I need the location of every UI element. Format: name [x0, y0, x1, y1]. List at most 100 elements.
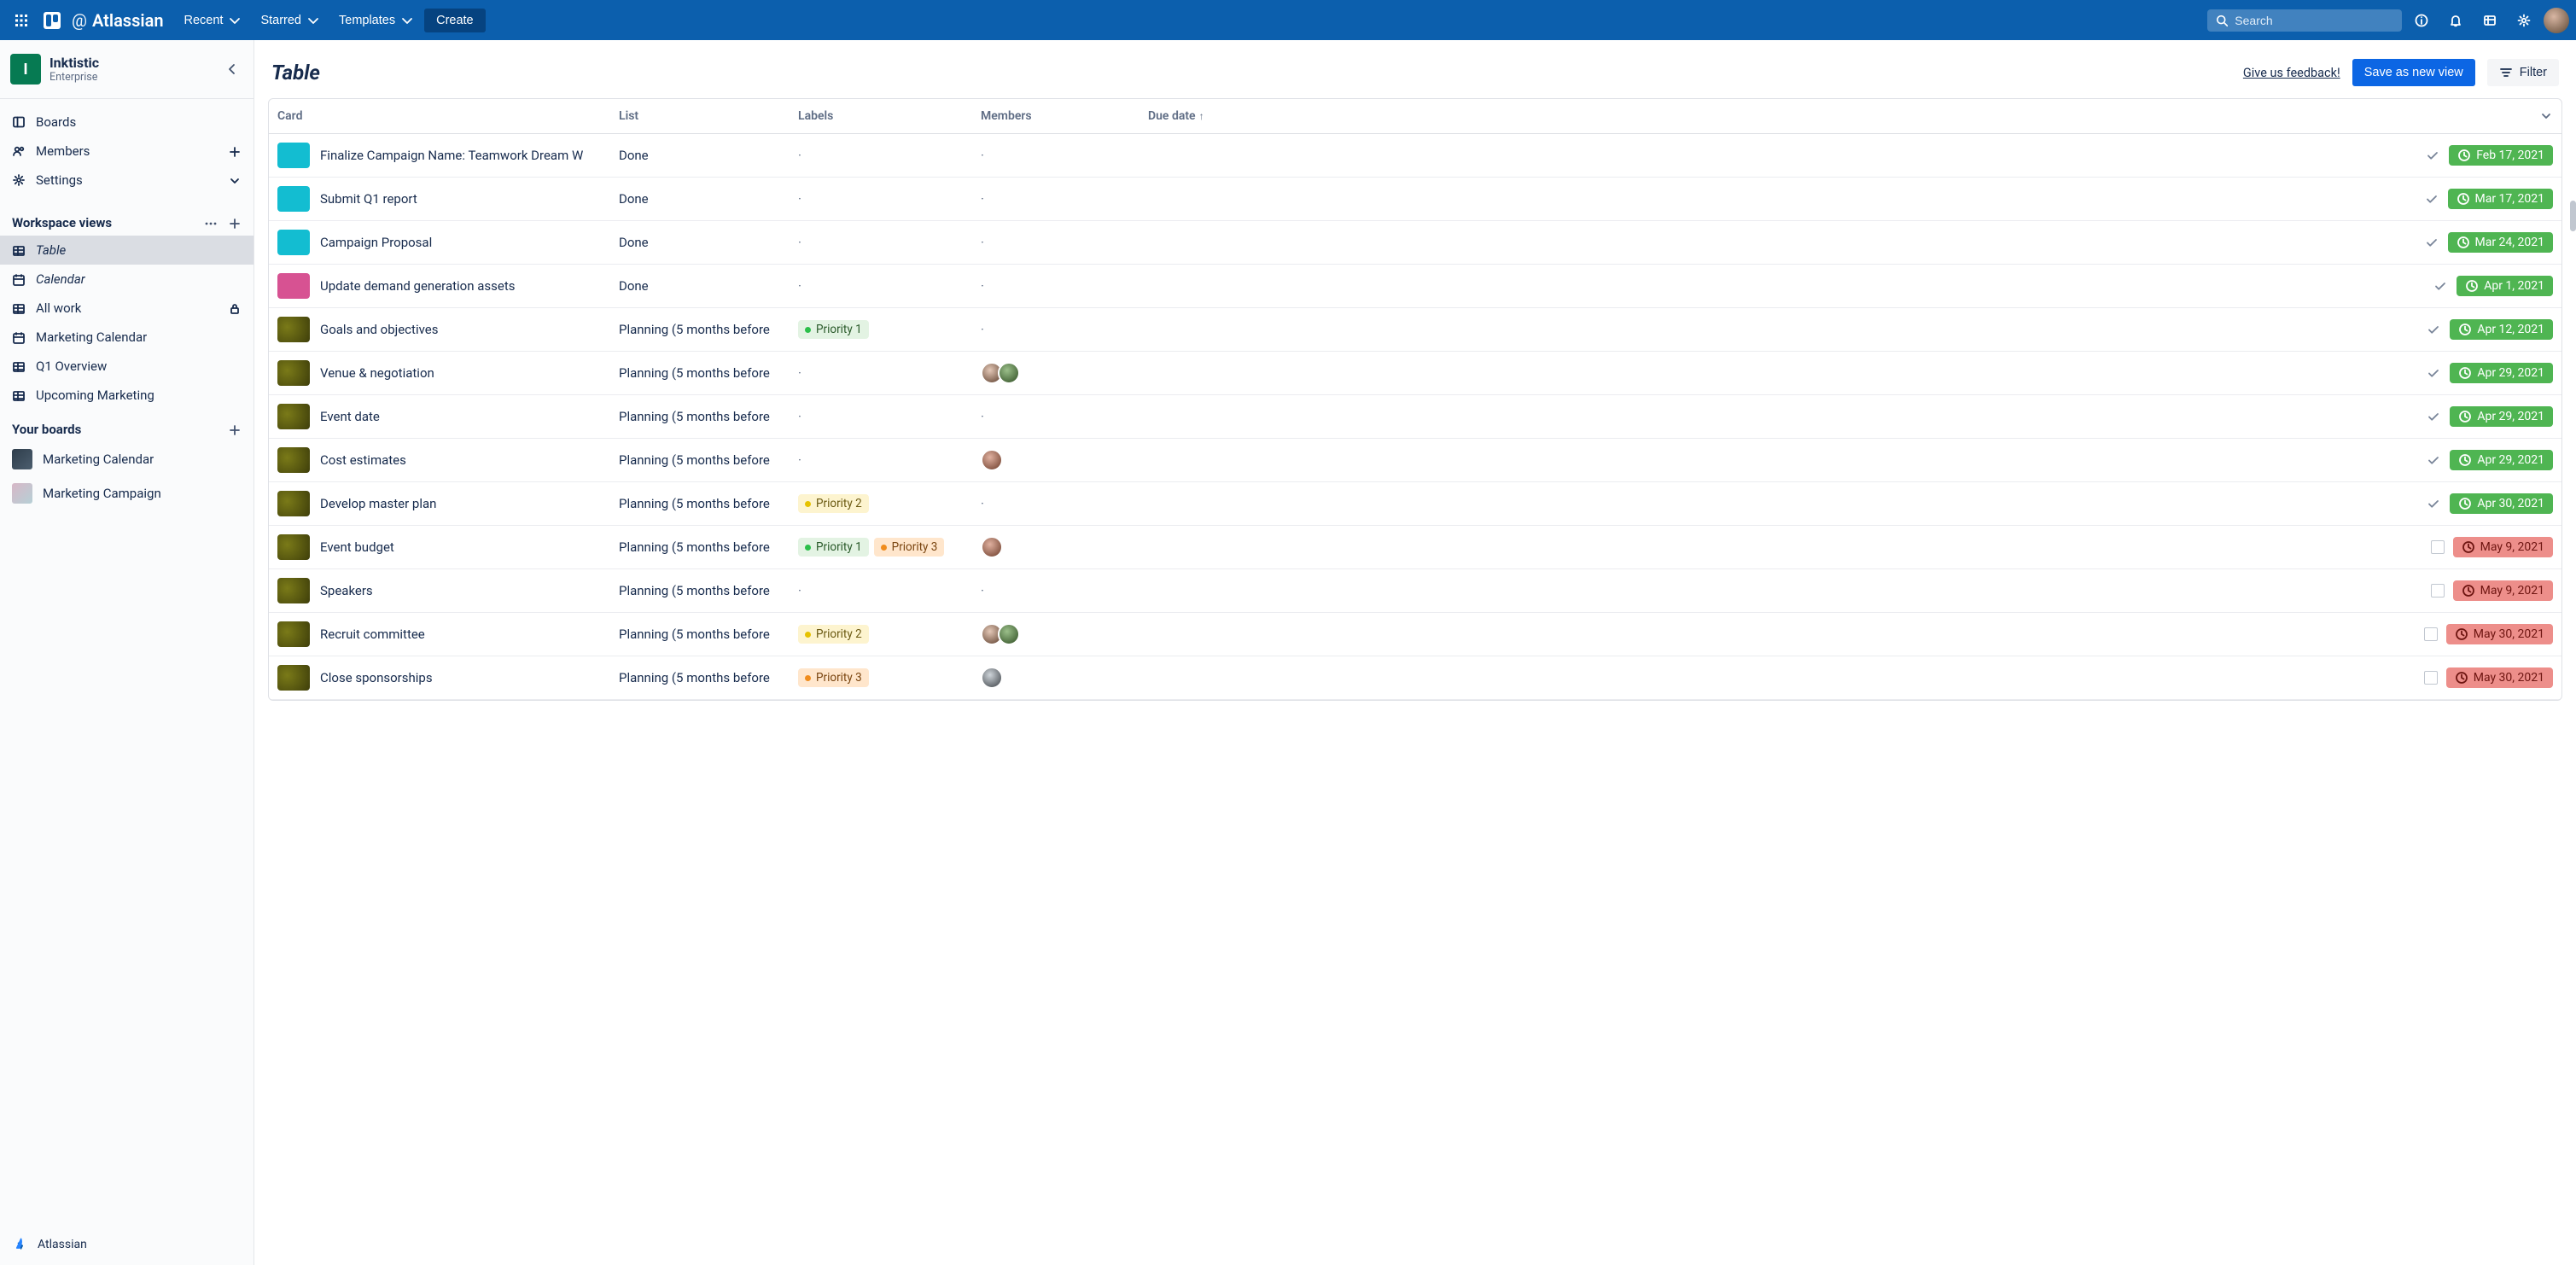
- app-switcher-icon[interactable]: [7, 6, 36, 35]
- feedback-link[interactable]: Give us feedback!: [2243, 66, 2340, 80]
- table-row[interactable]: Update demand generation assetsDoneApr 1…: [269, 265, 2561, 308]
- due-date-pill[interactable]: Apr 12, 2021: [2450, 319, 2553, 340]
- sidebar-footer[interactable]: Atlassian: [0, 1224, 254, 1265]
- sidebar-view-item[interactable]: All work: [0, 294, 254, 323]
- due-date-pill[interactable]: Mar 17, 2021: [2448, 189, 2554, 209]
- due-date-pill[interactable]: Apr 30, 2021: [2450, 493, 2553, 514]
- complete-checkbox[interactable]: [2431, 584, 2445, 598]
- table-row[interactable]: Event budgetPlanning (5 months beforePri…: [269, 526, 2561, 569]
- complete-check-icon[interactable]: [2426, 452, 2441, 468]
- search-input[interactable]: [2235, 14, 2393, 27]
- table-row[interactable]: SpeakersPlanning (5 months beforeMay 9, …: [269, 569, 2561, 613]
- column-menu-icon[interactable]: [2539, 109, 2553, 123]
- due-date-pill[interactable]: May 30, 2021: [2446, 624, 2553, 644]
- nav-templates[interactable]: Templates: [330, 9, 423, 32]
- col-list[interactable]: List: [610, 99, 790, 134]
- complete-checkbox[interactable]: [2424, 671, 2438, 685]
- settings-expand-icon[interactable]: [228, 172, 242, 188]
- complete-check-icon[interactable]: [2426, 322, 2441, 337]
- members-cell: [972, 656, 1139, 700]
- complete-check-icon[interactable]: [2426, 365, 2441, 381]
- table-row[interactable]: Recruit committeePlanning (5 months befo…: [269, 613, 2561, 656]
- empty-indicator: [981, 496, 984, 511]
- brand[interactable]: @Atlassian: [68, 10, 173, 31]
- scrollbar-thumb[interactable]: [2570, 201, 2576, 231]
- table-row[interactable]: Goals and objectivesPlanning (5 months b…: [269, 308, 2561, 352]
- settings-gear-icon[interactable]: [2509, 6, 2538, 35]
- complete-check-icon[interactable]: [2425, 148, 2440, 163]
- member-avatar[interactable]: [981, 536, 1003, 558]
- due-date-pill[interactable]: Apr 1, 2021: [2457, 276, 2553, 296]
- due-date-pill[interactable]: Apr 29, 2021: [2450, 363, 2553, 383]
- member-avatar[interactable]: [998, 623, 1020, 645]
- nav-starred[interactable]: Starred: [252, 9, 329, 32]
- col-members[interactable]: Members: [972, 99, 1139, 134]
- priority-label[interactable]: Priority 1: [798, 320, 869, 339]
- priority-label[interactable]: Priority 2: [798, 625, 869, 644]
- sidebar-board-item[interactable]: Marketing Calendar: [0, 442, 254, 476]
- create-button[interactable]: Create: [424, 9, 486, 32]
- due-date-pill[interactable]: Apr 29, 2021: [2450, 450, 2553, 470]
- complete-check-icon[interactable]: [2424, 191, 2439, 207]
- table-row[interactable]: Finalize Campaign Name: Teamwork Dream W…: [269, 134, 2561, 178]
- collapse-sidebar-button[interactable]: [221, 58, 243, 80]
- clock-icon: [2455, 671, 2468, 685]
- user-avatar[interactable]: [2544, 8, 2569, 33]
- table-row[interactable]: Develop master planPlanning (5 months be…: [269, 482, 2561, 526]
- table-row[interactable]: Event datePlanning (5 months beforeApr 2…: [269, 395, 2561, 439]
- sidebar-view-item[interactable]: Calendar: [0, 265, 254, 294]
- complete-checkbox[interactable]: [2431, 540, 2445, 554]
- priority-label[interactable]: Priority 3: [798, 668, 869, 687]
- col-labels[interactable]: Labels: [790, 99, 972, 134]
- sidebar-item-settings[interactable]: Settings: [0, 166, 254, 195]
- calendar-icon: [12, 271, 26, 287]
- sidebar-board-item[interactable]: Marketing Campaign: [0, 476, 254, 510]
- card-cover-swatch: [277, 230, 310, 255]
- due-date-pill[interactable]: May 9, 2021: [2453, 537, 2553, 557]
- priority-label[interactable]: Priority 2: [798, 494, 869, 513]
- complete-checkbox[interactable]: [2424, 627, 2438, 641]
- priority-label[interactable]: Priority 3: [874, 538, 945, 557]
- due-date-text: Mar 24, 2021: [2475, 236, 2545, 249]
- priority-label[interactable]: Priority 1: [798, 538, 869, 557]
- due-date-pill[interactable]: Apr 29, 2021: [2450, 406, 2553, 427]
- table-row[interactable]: Cost estimatesPlanning (5 months beforeA…: [269, 439, 2561, 482]
- sidebar-board-label: Marketing Campaign: [43, 486, 161, 501]
- sidebar-view-item[interactable]: Q1 Overview: [0, 352, 254, 381]
- member-avatar[interactable]: [981, 449, 1003, 471]
- complete-check-icon[interactable]: [2426, 409, 2441, 424]
- sidebar-view-item[interactable]: Upcoming Marketing: [0, 381, 254, 410]
- sidebar-item-boards[interactable]: Boards: [0, 108, 254, 137]
- col-due[interactable]: Due date↑: [1139, 99, 2561, 134]
- complete-check-icon[interactable]: [2433, 278, 2448, 294]
- trello-logo-icon[interactable]: [38, 6, 67, 35]
- add-view-icon[interactable]: [228, 215, 242, 230]
- list-cell: Planning (5 months before: [610, 656, 790, 700]
- due-date-pill[interactable]: May 9, 2021: [2453, 580, 2553, 601]
- search-box[interactable]: [2207, 9, 2402, 32]
- add-member-icon[interactable]: [228, 143, 242, 159]
- col-card[interactable]: Card: [269, 99, 610, 134]
- filter-button[interactable]: Filter: [2487, 59, 2559, 86]
- due-date-pill[interactable]: Mar 24, 2021: [2448, 232, 2554, 253]
- notification-bell-icon[interactable]: [2441, 6, 2470, 35]
- table-row[interactable]: Campaign ProposalDoneMar 24, 2021: [269, 221, 2561, 265]
- table-row[interactable]: Close sponsorshipsPlanning (5 months bef…: [269, 656, 2561, 700]
- due-date-pill[interactable]: May 30, 2021: [2446, 667, 2553, 688]
- boards-icon[interactable]: [2475, 6, 2504, 35]
- table-row[interactable]: Submit Q1 reportDoneMar 17, 2021: [269, 178, 2561, 221]
- sidebar-item-members[interactable]: Members: [0, 137, 254, 166]
- sidebar-view-item[interactable]: Table: [0, 236, 254, 265]
- member-avatar[interactable]: [998, 362, 1020, 384]
- sidebar-view-item[interactable]: Marketing Calendar: [0, 323, 254, 352]
- complete-check-icon[interactable]: [2426, 496, 2441, 511]
- save-view-button[interactable]: Save as new view: [2352, 59, 2475, 86]
- nav-recent[interactable]: Recent: [175, 9, 250, 32]
- views-more-icon[interactable]: [204, 215, 218, 230]
- complete-check-icon[interactable]: [2424, 235, 2439, 250]
- table-row[interactable]: Venue & negotiationPlanning (5 months be…: [269, 352, 2561, 395]
- add-board-icon[interactable]: [228, 422, 242, 437]
- info-icon[interactable]: [2407, 6, 2436, 35]
- due-date-pill[interactable]: Feb 17, 2021: [2449, 145, 2553, 166]
- member-avatar[interactable]: [981, 667, 1003, 689]
